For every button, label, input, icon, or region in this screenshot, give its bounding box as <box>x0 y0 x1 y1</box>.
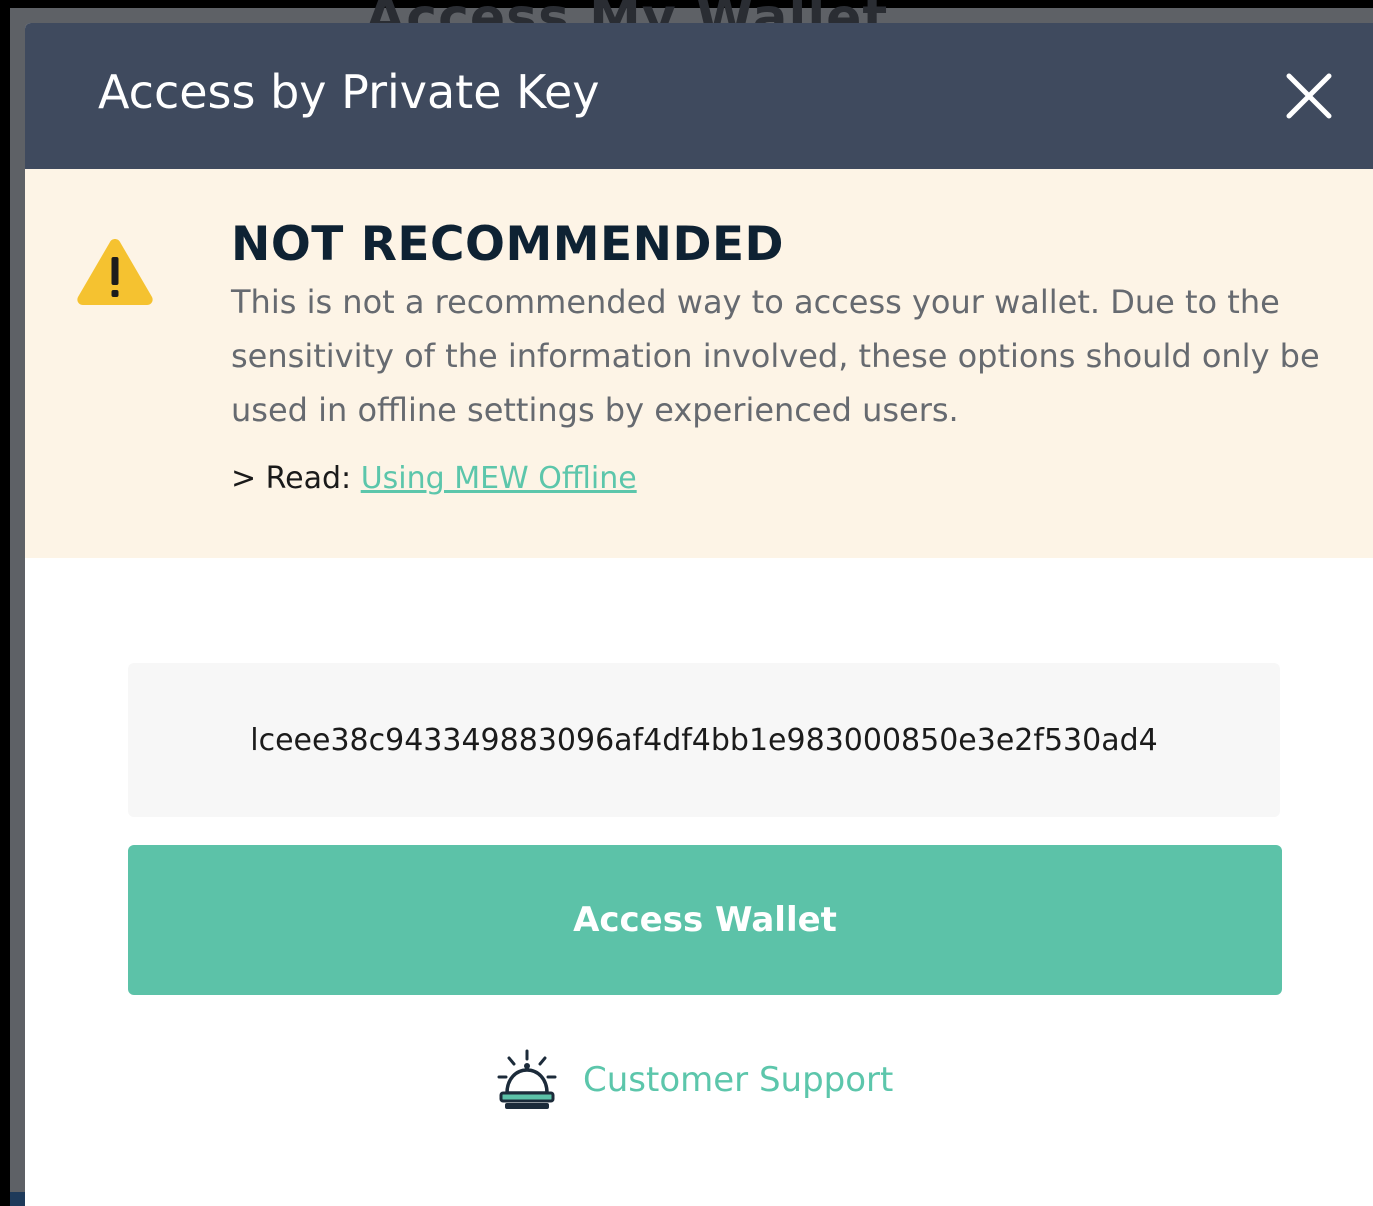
warning-panel: NOT RECOMMENDED This is not a recommende… <box>25 169 1373 558</box>
read-prefix: > Read: <box>231 461 361 496</box>
private-key-input[interactable] <box>128 663 1280 817</box>
access-wallet-button[interactable]: Access Wallet <box>128 845 1282 995</box>
using-mew-offline-link[interactable]: Using MEW Offline <box>361 461 637 496</box>
close-icon[interactable] <box>1281 68 1337 124</box>
warning-message: This is not a recommended way to access … <box>231 283 1320 429</box>
private-key-modal: Access by Private Key NOT RECOMMENDED Th… <box>25 23 1373 1206</box>
modal-header: Access by Private Key <box>25 23 1373 169</box>
read-more-line: > Read: Using MEW Offline <box>231 461 637 496</box>
warning-triangle-icon <box>75 235 155 307</box>
customer-support-label: Customer Support <box>583 1060 894 1100</box>
service-bell-icon <box>495 1049 559 1111</box>
modal-title: Access by Private Key <box>98 65 600 119</box>
warning-heading: NOT RECOMMENDED <box>231 217 785 272</box>
customer-support-link[interactable]: Customer Support <box>495 1047 893 1113</box>
